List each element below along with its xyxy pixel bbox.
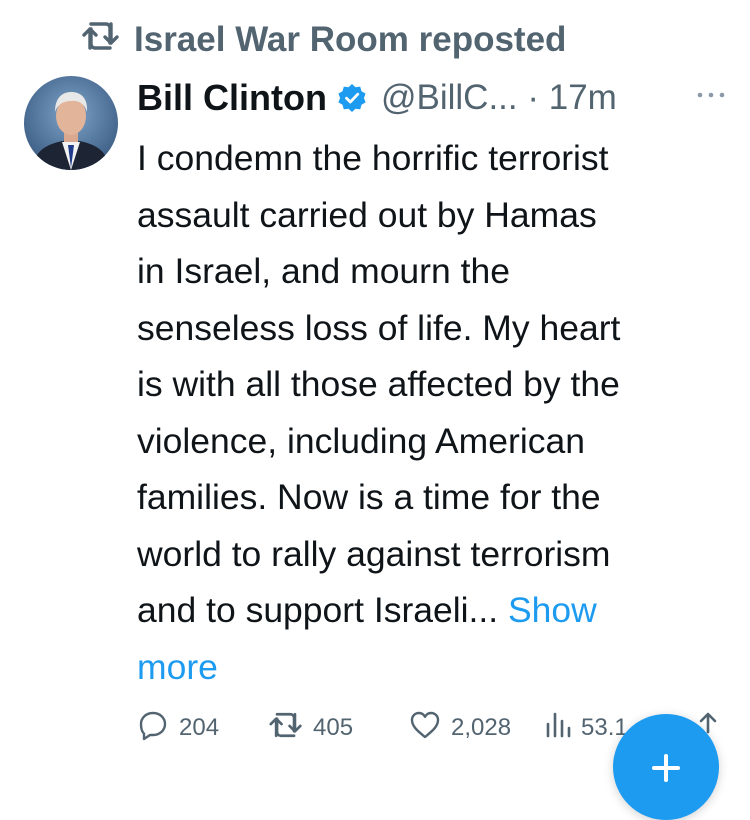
tweet-header: Bill Clinton @BillC... · 17m xyxy=(137,72,726,124)
repost-icon xyxy=(82,20,120,60)
repost-icon xyxy=(269,711,303,746)
tweet-text: I condemn the horrific terrorist assault… xyxy=(137,138,621,630)
reply-button[interactable]: 204 xyxy=(137,706,219,750)
more-dots-icon[interactable] xyxy=(696,80,726,115)
repost-label: Israel War Room reposted xyxy=(134,20,567,59)
avatar[interactable] xyxy=(24,76,118,170)
repost-count: 405 xyxy=(313,714,354,741)
like-button[interactable]: 2,028 xyxy=(409,706,511,750)
like-count: 2,028 xyxy=(451,714,512,741)
verified-badge-icon xyxy=(337,83,367,113)
author-name[interactable]: Bill Clinton xyxy=(137,77,327,119)
bar-chart-icon xyxy=(545,710,571,747)
compose-button[interactable] xyxy=(613,714,719,820)
repost-indicator[interactable]: Israel War Room reposted xyxy=(82,18,566,62)
repost-button[interactable]: 405 xyxy=(269,706,353,750)
views-button[interactable]: 53.1 xyxy=(545,706,628,750)
heart-icon xyxy=(409,710,441,747)
tweet-body[interactable]: I condemn the horrific terrorist assault… xyxy=(137,130,737,695)
reply-icon xyxy=(137,709,169,748)
author-handle-time[interactable]: @BillC... · 17m xyxy=(381,78,617,118)
reply-count: 204 xyxy=(179,714,220,741)
